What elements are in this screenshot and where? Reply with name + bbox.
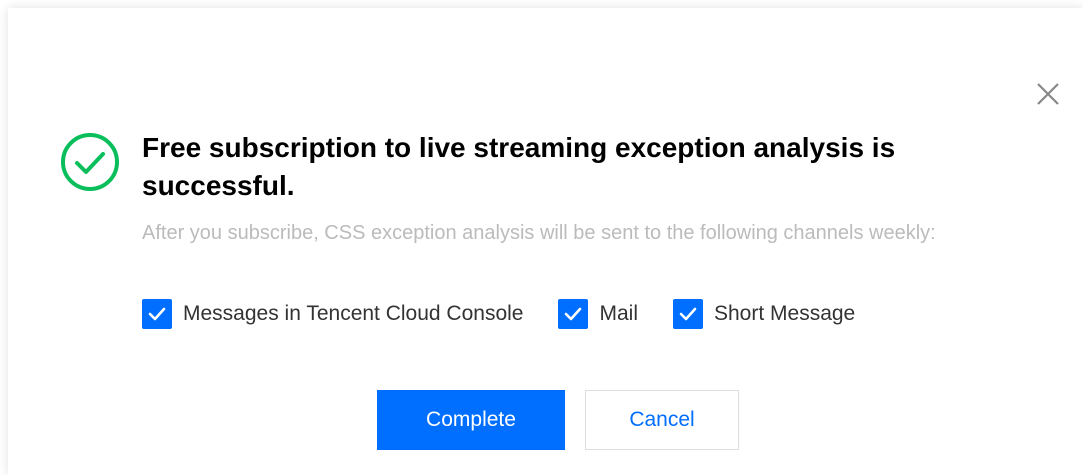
check-circle-icon bbox=[61, 133, 119, 191]
close-button[interactable] bbox=[1034, 80, 1062, 108]
channel-label: Short Message bbox=[714, 302, 856, 325]
subscription-success-dialog: Free subscription to live streaming exce… bbox=[8, 8, 1083, 475]
complete-button[interactable]: Complete bbox=[377, 390, 565, 450]
channel-label: Mail bbox=[599, 302, 638, 325]
channel-option-console[interactable]: Messages in Tencent Cloud Console bbox=[142, 299, 523, 329]
close-icon bbox=[1037, 83, 1059, 105]
checkbox-checked-icon[interactable] bbox=[558, 299, 589, 329]
channel-label: Messages in Tencent Cloud Console bbox=[183, 302, 524, 325]
channel-option-mail[interactable]: Mail bbox=[558, 299, 638, 329]
dialog-description: After you subscribe, CSS exception analy… bbox=[142, 222, 936, 244]
channel-option-sms[interactable]: Short Message bbox=[673, 299, 855, 329]
dialog-title: Free subscription to live streaming exce… bbox=[142, 132, 896, 201]
channel-options: Messages in Tencent Cloud Console Mail S… bbox=[142, 299, 890, 329]
cancel-button[interactable]: Cancel bbox=[585, 390, 739, 450]
checkbox-checked-icon[interactable] bbox=[673, 299, 703, 329]
checkbox-checked-icon[interactable] bbox=[142, 299, 172, 329]
